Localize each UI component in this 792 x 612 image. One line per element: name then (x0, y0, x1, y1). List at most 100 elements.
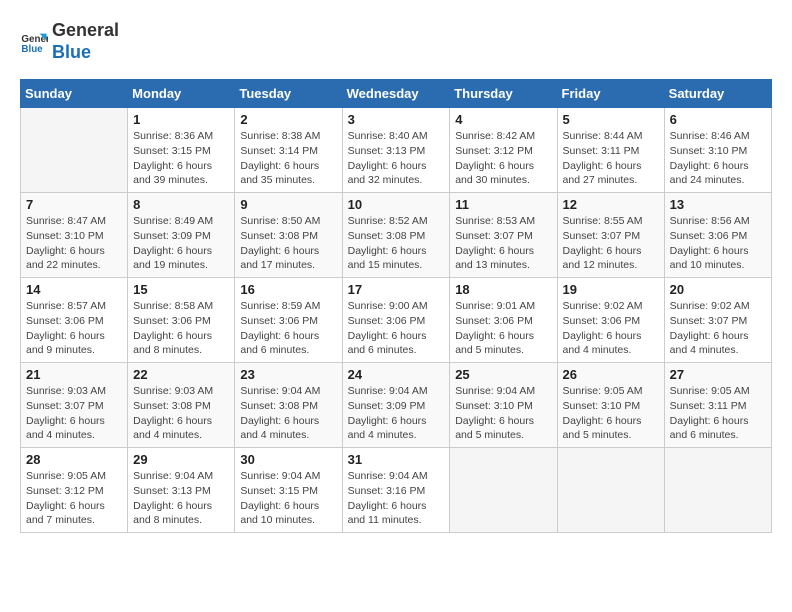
calendar-cell: 26 Sunrise: 9:05 AMSunset: 3:10 PMDayligh… (557, 363, 664, 448)
day-info: Sunrise: 8:55 AMSunset: 3:07 PMDaylight:… (563, 214, 659, 273)
day-number: 18 (455, 282, 551, 297)
logo-blue: Blue (52, 42, 119, 64)
day-info: Sunrise: 9:05 AMSunset: 3:11 PMDaylight:… (670, 384, 766, 443)
day-info: Sunrise: 9:05 AMSunset: 3:12 PMDaylight:… (26, 469, 122, 528)
svg-text:Blue: Blue (21, 43, 43, 54)
day-number: 15 (133, 282, 229, 297)
header-tuesday: Tuesday (235, 80, 342, 108)
header: General Blue General Blue (20, 20, 772, 63)
calendar-cell: 30 Sunrise: 9:04 AMSunset: 3:15 PMDayligh… (235, 448, 342, 533)
calendar-cell: 2 Sunrise: 8:38 AMSunset: 3:14 PMDaylight… (235, 108, 342, 193)
day-number: 22 (133, 367, 229, 382)
day-info: Sunrise: 8:52 AMSunset: 3:08 PMDaylight:… (348, 214, 445, 273)
day-number: 5 (563, 112, 659, 127)
calendar-cell: 19Sunrise: 9:02 AMSunset: 3:06 PMDayligh… (557, 278, 664, 363)
logo-icon: General Blue (20, 28, 48, 56)
day-number: 1 (133, 112, 229, 127)
calendar-cell: 22 Sunrise: 9:03 AMSunset: 3:08 PMDayligh… (128, 363, 235, 448)
day-info: Sunrise: 9:04 AMSunset: 3:15 PMDaylight:… (240, 469, 336, 528)
day-info: Sunrise: 8:53 AMSunset: 3:07 PMDaylight:… (455, 214, 551, 273)
calendar-cell: 24Sunrise: 9:04 AMSunset: 3:09 PMDayligh… (342, 363, 450, 448)
calendar-cell (450, 448, 557, 533)
day-info: Sunrise: 9:04 AMSunset: 3:08 PMDaylight:… (240, 384, 336, 443)
header-monday: Monday (128, 80, 235, 108)
day-info: Sunrise: 8:49 AMSunset: 3:09 PMDaylight:… (133, 214, 229, 273)
calendar-cell: 17 Sunrise: 9:00 AMSunset: 3:06 PMDayligh… (342, 278, 450, 363)
calendar-cell: 28 Sunrise: 9:05 AMSunset: 3:12 PMDayligh… (21, 448, 128, 533)
calendar-cell: 15 Sunrise: 8:58 AMSunset: 3:06 PMDayligh… (128, 278, 235, 363)
calendar-cell: 14Sunrise: 8:57 AMSunset: 3:06 PMDayligh… (21, 278, 128, 363)
calendar-cell: 1Sunrise: 8:36 AMSunset: 3:15 PMDaylight… (128, 108, 235, 193)
day-info: Sunrise: 9:03 AMSunset: 3:08 PMDaylight:… (133, 384, 229, 443)
header-friday: Friday (557, 80, 664, 108)
logo-general: General (52, 20, 119, 42)
day-number: 6 (670, 112, 766, 127)
day-info: Sunrise: 9:05 AMSunset: 3:10 PMDaylight:… (563, 384, 659, 443)
calendar-cell: 31 Sunrise: 9:04 AMSunset: 3:16 PMDayligh… (342, 448, 450, 533)
calendar-cell: 20Sunrise: 9:02 AMSunset: 3:07 PMDayligh… (664, 278, 771, 363)
day-info: Sunrise: 8:58 AMSunset: 3:06 PMDaylight:… (133, 299, 229, 358)
calendar-cell: 23 Sunrise: 9:04 AMSunset: 3:08 PMDayligh… (235, 363, 342, 448)
calendar-cell: 5 Sunrise: 8:44 AMSunset: 3:11 PMDaylight… (557, 108, 664, 193)
calendar-cell: 7 Sunrise: 8:47 AMSunset: 3:10 PMDaylight… (21, 193, 128, 278)
day-info: Sunrise: 9:04 AMSunset: 3:10 PMDaylight:… (455, 384, 551, 443)
calendar-cell: 9 Sunrise: 8:50 AMSunset: 3:08 PMDaylight… (235, 193, 342, 278)
day-number: 30 (240, 452, 336, 467)
calendar-cell: 4 Sunrise: 8:42 AMSunset: 3:12 PMDaylight… (450, 108, 557, 193)
day-number: 31 (348, 452, 445, 467)
day-number: 17 (348, 282, 445, 297)
day-number: 10 (348, 197, 445, 212)
calendar-week-2: 7 Sunrise: 8:47 AMSunset: 3:10 PMDaylight… (21, 193, 772, 278)
calendar-cell: 3 Sunrise: 8:40 AMSunset: 3:13 PMDaylight… (342, 108, 450, 193)
calendar-cell (664, 448, 771, 533)
day-number: 9 (240, 197, 336, 212)
day-info: Sunrise: 8:46 AMSunset: 3:10 PMDaylight:… (670, 129, 766, 188)
day-info: Sunrise: 8:38 AMSunset: 3:14 PMDaylight:… (240, 129, 336, 188)
day-info: Sunrise: 9:04 AMSunset: 3:16 PMDaylight:… (348, 469, 445, 528)
calendar-cell: 11Sunrise: 8:53 AMSunset: 3:07 PMDayligh… (450, 193, 557, 278)
day-number: 24 (348, 367, 445, 382)
day-number: 19 (563, 282, 659, 297)
calendar-cell: 29 Sunrise: 9:04 AMSunset: 3:13 PMDayligh… (128, 448, 235, 533)
day-number: 2 (240, 112, 336, 127)
day-info: Sunrise: 9:00 AMSunset: 3:06 PMDaylight:… (348, 299, 445, 358)
calendar-header-row: SundayMondayTuesdayWednesdayThursdayFrid… (21, 80, 772, 108)
day-number: 23 (240, 367, 336, 382)
day-info: Sunrise: 8:42 AMSunset: 3:12 PMDaylight:… (455, 129, 551, 188)
calendar-cell: 6 Sunrise: 8:46 AMSunset: 3:10 PMDaylight… (664, 108, 771, 193)
calendar-cell: 27 Sunrise: 9:05 AMSunset: 3:11 PMDayligh… (664, 363, 771, 448)
calendar-cell: 12Sunrise: 8:55 AMSunset: 3:07 PMDayligh… (557, 193, 664, 278)
calendar-cell: 21Sunrise: 9:03 AMSunset: 3:07 PMDayligh… (21, 363, 128, 448)
day-info: Sunrise: 8:56 AMSunset: 3:06 PMDaylight:… (670, 214, 766, 273)
day-info: Sunrise: 9:01 AMSunset: 3:06 PMDaylight:… (455, 299, 551, 358)
day-info: Sunrise: 8:40 AMSunset: 3:13 PMDaylight:… (348, 129, 445, 188)
header-thursday: Thursday (450, 80, 557, 108)
day-number: 28 (26, 452, 122, 467)
day-number: 14 (26, 282, 122, 297)
day-info: Sunrise: 8:50 AMSunset: 3:08 PMDaylight:… (240, 214, 336, 273)
day-info: Sunrise: 8:44 AMSunset: 3:11 PMDaylight:… (563, 129, 659, 188)
calendar-cell: 18 Sunrise: 9:01 AMSunset: 3:06 PMDayligh… (450, 278, 557, 363)
day-info: Sunrise: 8:59 AMSunset: 3:06 PMDaylight:… (240, 299, 336, 358)
day-number: 4 (455, 112, 551, 127)
header-saturday: Saturday (664, 80, 771, 108)
calendar-week-1: 1Sunrise: 8:36 AMSunset: 3:15 PMDaylight… (21, 108, 772, 193)
calendar-cell: 10 Sunrise: 8:52 AMSunset: 3:08 PMDayligh… (342, 193, 450, 278)
calendar-cell: 25Sunrise: 9:04 AMSunset: 3:10 PMDayligh… (450, 363, 557, 448)
day-number: 29 (133, 452, 229, 467)
day-number: 8 (133, 197, 229, 212)
day-info: Sunrise: 8:47 AMSunset: 3:10 PMDaylight:… (26, 214, 122, 273)
calendar-week-3: 14Sunrise: 8:57 AMSunset: 3:06 PMDayligh… (21, 278, 772, 363)
day-info: Sunrise: 9:04 AMSunset: 3:13 PMDaylight:… (133, 469, 229, 528)
day-number: 26 (563, 367, 659, 382)
day-number: 13 (670, 197, 766, 212)
calendar-week-4: 21Sunrise: 9:03 AMSunset: 3:07 PMDayligh… (21, 363, 772, 448)
day-info: Sunrise: 9:03 AMSunset: 3:07 PMDaylight:… (26, 384, 122, 443)
day-number: 27 (670, 367, 766, 382)
header-sunday: Sunday (21, 80, 128, 108)
calendar-cell: 16Sunrise: 8:59 AMSunset: 3:06 PMDayligh… (235, 278, 342, 363)
calendar-week-5: 28 Sunrise: 9:05 AMSunset: 3:12 PMDayligh… (21, 448, 772, 533)
day-number: 7 (26, 197, 122, 212)
day-number: 3 (348, 112, 445, 127)
header-wednesday: Wednesday (342, 80, 450, 108)
